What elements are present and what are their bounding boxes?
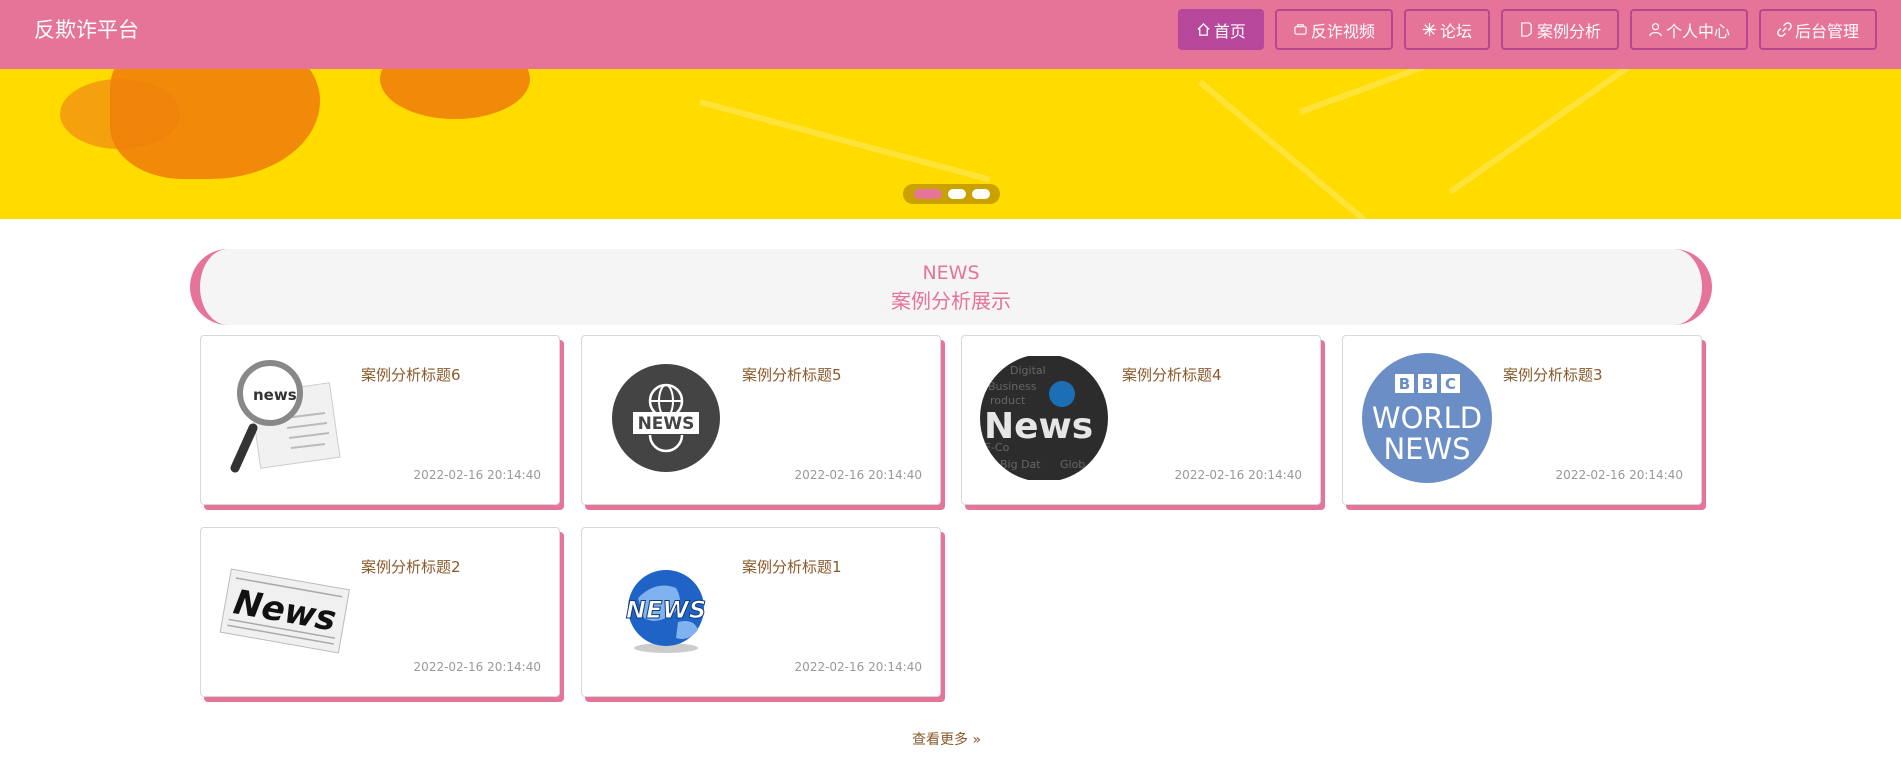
case-time: 2022-02-16 20:14:40 [1555,468,1683,482]
svg-text:B: B [1422,375,1433,393]
case-time: 2022-02-16 20:14:40 [413,468,541,482]
blue-globe-news-icon: NEWS [625,570,707,653]
case-title[interactable]: 案例分析标题1 [742,556,842,577]
bbc-world-news-logo: BBC WORLD NEWS [1362,353,1492,483]
case-title[interactable]: 案例分析标题2 [361,556,461,577]
banner-decoration [110,69,320,179]
carousel-dot-2[interactable] [947,189,966,199]
newspaper-icon: News [219,568,351,654]
svg-text:B: B [1399,375,1410,393]
nav-video[interactable]: 反诈视频 [1274,9,1393,50]
case-time: 2022-02-16 20:14:40 [1174,468,1302,482]
nav-profile[interactable]: 个人中心 [1629,9,1748,50]
section-title-cn: 案例分析展示 [891,289,1011,313]
case-time: 2022-02-16 20:14:40 [794,660,922,674]
banner-decoration [1448,69,1780,195]
svg-text:Business: Business [988,380,1037,393]
brand-title: 反欺诈平台 [34,18,139,42]
case-card[interactable]: news 案例分析标题6 2022-02-16 20:14:40 [200,335,560,505]
svg-text:news: news [253,386,297,404]
case-thumbnail[interactable]: Digital Business roduct E-Co Big Dat Glob Ne… [980,356,1112,480]
double-chevron-right-icon: » [972,732,982,748]
nav-home[interactable]: 首页 [1177,9,1264,50]
document-icon [1521,22,1532,37]
carousel-dot-1[interactable] [913,189,942,199]
case-card[interactable]: NEWS 案例分析标题1 2022-02-16 20:14:40 [581,527,941,697]
case-thumbnail[interactable]: news [219,356,351,480]
banner-decoration [699,99,991,183]
case-title[interactable]: 案例分析标题3 [1503,364,1603,385]
top-header: 反欺诈平台 首页 反诈视频 论坛 案例分析 个人中心 后台管理 [0,0,1901,69]
case-thumbnail[interactable]: BBC WORLD NEWS [1361,353,1493,483]
nav-admin-label: 后台管理 [1794,21,1859,41]
nav-video-label: 反诈视频 [1310,21,1375,41]
svg-text:Big Dat: Big Dat [1000,458,1041,471]
forum-icon [1422,22,1436,37]
view-more-label: 查看更多 [912,732,968,748]
banner-decoration [380,69,530,119]
home-icon [1197,22,1210,36]
link-icon [1777,22,1792,37]
case-title[interactable]: 案例分析标题4 [1122,364,1222,385]
globe-news-badge-icon: NEWS [612,364,720,472]
svg-text:Digital: Digital [1010,364,1046,377]
case-title[interactable]: 案例分析标题6 [361,364,461,385]
case-thumbnail[interactable]: News [219,548,351,672]
svg-text:NEWS: NEWS [1383,432,1470,466]
case-card[interactable]: BBC WORLD NEWS 案例分析标题3 2022-02-16 20:14:… [1342,335,1702,505]
case-card[interactable]: NEWS 案例分析标题5 2022-02-16 20:14:40 [581,335,941,505]
user-icon [1649,23,1662,37]
case-title[interactable]: 案例分析标题5 [742,364,842,385]
main-nav: 首页 反诈视频 论坛 案例分析 个人中心 后台管理 [1177,9,1877,50]
nav-forum[interactable]: 论坛 [1403,9,1490,50]
case-time: 2022-02-16 20:14:40 [794,468,922,482]
case-card[interactable]: Digital Business roduct E-Co Big Dat Glob Ne… [961,335,1321,505]
nav-forum-label: 论坛 [1439,21,1472,41]
section-title-en: NEWS [922,262,980,284]
nav-profile-label: 个人中心 [1665,21,1730,41]
hero-banner[interactable] [0,69,1901,219]
svg-text:C: C [1445,375,1456,393]
magnifier-news-icon: news [230,360,341,473]
nav-admin[interactable]: 后台管理 [1758,9,1877,50]
svg-text:WORLD: WORLD [1372,401,1482,435]
carousel-dot-3[interactable] [971,189,990,199]
banner-decoration [1198,79,1432,219]
case-thumbnail[interactable]: NEWS [600,548,732,672]
digital-news-icon: DigitalBusinessroduct E-CoBig Dat Glob Ne… [980,356,1108,480]
case-time: 2022-02-16 20:14:40 [413,660,541,674]
svg-text:News: News [984,406,1093,447]
carousel-indicators [903,184,1000,204]
case-thumbnail[interactable]: NEWS [600,356,732,480]
svg-text:NEWS: NEWS [626,596,706,624]
view-more-link[interactable]: 查看更多 » [912,729,981,749]
nav-case-analysis[interactable]: 案例分析 [1500,9,1619,50]
video-icon [1294,24,1307,35]
svg-text:NEWS: NEWS [638,414,695,434]
nav-case-label: 案例分析 [1536,21,1601,41]
section-header: NEWS 案例分析展示 [190,249,1712,325]
svg-text:Glob: Glob [1060,458,1085,471]
case-card[interactable]: News 案例分析标题2 2022-02-16 20:14:40 [200,527,560,697]
nav-home-label: 首页 [1213,21,1246,41]
